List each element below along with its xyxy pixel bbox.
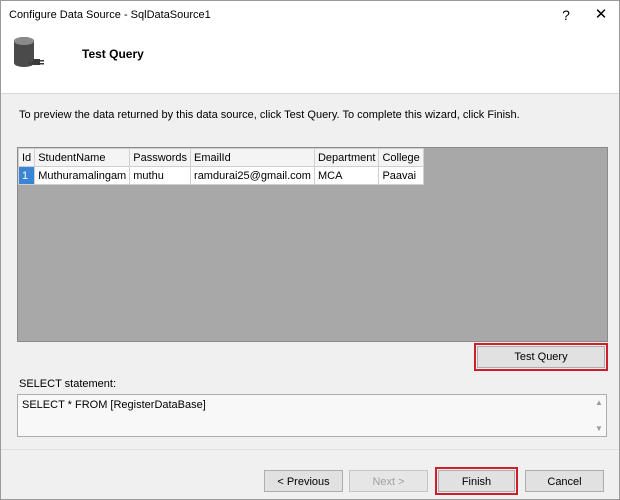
wizard-header: Test Query — [1, 31, 619, 94]
grid-header-cell[interactable]: Passwords — [129, 148, 192, 167]
wizard-window: Configure Data Source - SqlDataSource1 ?… — [0, 0, 620, 500]
grid-cell[interactable]: muthu — [129, 166, 192, 185]
sql-statement-text: SELECT * FROM [RegisterDataBase] — [22, 399, 206, 411]
grid-cell[interactable]: ramdurai25@gmail.com — [190, 166, 315, 185]
grid-cell[interactable]: Paavai — [378, 166, 424, 185]
results-grid: Id StudentName Passwords EmailId Departm… — [17, 148, 424, 185]
results-grid-panel[interactable]: Id StudentName Passwords EmailId Departm… — [17, 147, 608, 342]
next-button[interactable]: Next > — [349, 470, 428, 492]
scroll-up-icon[interactable]: ▲ — [595, 398, 603, 407]
grid-cell[interactable]: MCA — [313, 166, 380, 185]
previous-button[interactable]: < Previous — [264, 470, 343, 492]
grid-header-cell[interactable]: Department — [313, 148, 380, 167]
finish-button[interactable]: Finish — [435, 467, 518, 495]
grid-header-cell[interactable]: College — [378, 148, 424, 167]
grid-cell[interactable]: Muthuramalingam — [34, 166, 131, 185]
footer-divider — [1, 449, 619, 450]
select-statement-label: SELECT statement: — [19, 378, 117, 390]
grid-header-cell[interactable]: EmailId — [190, 148, 315, 167]
scroll-down-icon[interactable]: ▼ — [595, 424, 603, 433]
help-button[interactable]: ? — [557, 4, 575, 26]
test-query-button[interactable]: Test Query — [474, 343, 608, 371]
close-button[interactable]: ✕ — [591, 4, 611, 26]
scrollbar[interactable]: ▲ ▼ — [592, 395, 606, 436]
cancel-button[interactable]: Cancel — [525, 470, 604, 492]
window-title: Configure Data Source - SqlDataSource1 — [9, 9, 211, 21]
database-icon — [14, 37, 44, 67]
title-bar: Configure Data Source - SqlDataSource1 ?… — [1, 1, 619, 31]
page-title: Test Query — [82, 47, 144, 61]
sql-statement-box[interactable]: SELECT * FROM [RegisterDataBase] ▲ ▼ — [17, 394, 607, 437]
grid-header-cell[interactable]: StudentName — [34, 148, 131, 167]
grid-header-cell[interactable]: Id — [17, 148, 36, 167]
table-row[interactable]: 1 Muthuramalingam muthu ramdurai25@gmail… — [17, 166, 424, 185]
grid-header-row: Id StudentName Passwords EmailId Departm… — [17, 148, 424, 167]
instructions-text: To preview the data returned by this dat… — [19, 109, 520, 121]
grid-cell[interactable]: 1 — [17, 166, 36, 185]
